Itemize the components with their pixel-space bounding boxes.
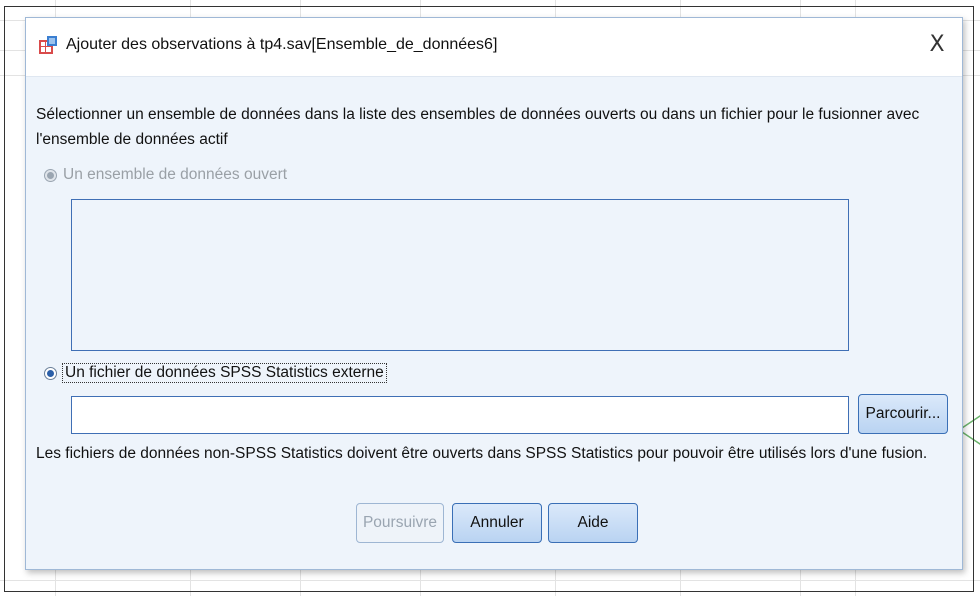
- cancel-button[interactable]: Annuler: [452, 503, 542, 543]
- open-dataset-label: Un ensemble de données ouvert: [63, 166, 288, 183]
- close-button[interactable]: X: [922, 30, 952, 60]
- open-datasets-list[interactable]: [71, 199, 849, 351]
- file-path-input[interactable]: [71, 396, 849, 434]
- external-file-label: Un fichier de données SPSS Statistics ex…: [62, 363, 387, 383]
- continue-button[interactable]: Poursuivre: [356, 503, 444, 543]
- help-button[interactable]: Aide: [548, 503, 638, 543]
- external-file-radio[interactable]: [44, 366, 57, 380]
- window-title: Ajouter des observations à tp4.sav[Ensem…: [66, 36, 498, 53]
- open-dataset-option[interactable]: Un ensemble de données ouvert: [44, 166, 287, 184]
- close-icon: X: [929, 32, 945, 57]
- instructions: Sélectionner un ensemble de données dans…: [36, 102, 956, 152]
- title-bar: Ajouter des observations à tp4.sav[Ensem…: [26, 18, 962, 77]
- open-dataset-radio[interactable]: [44, 168, 57, 182]
- instructions-line-2: l'ensemble de données actif: [36, 131, 228, 148]
- browse-button[interactable]: Parcourir...: [858, 394, 948, 434]
- external-file-option[interactable]: Un fichier de données SPSS Statistics ex…: [44, 363, 387, 383]
- non-spss-note: Les fichiers de données non-SPSS Statist…: [36, 445, 928, 462]
- instructions-line-1: Sélectionner un ensemble de données dans…: [36, 106, 920, 123]
- append-cases-dialog: Ajouter des observations à tp4.sav[Ensem…: [25, 17, 963, 570]
- spss-data-icon: [39, 36, 57, 54]
